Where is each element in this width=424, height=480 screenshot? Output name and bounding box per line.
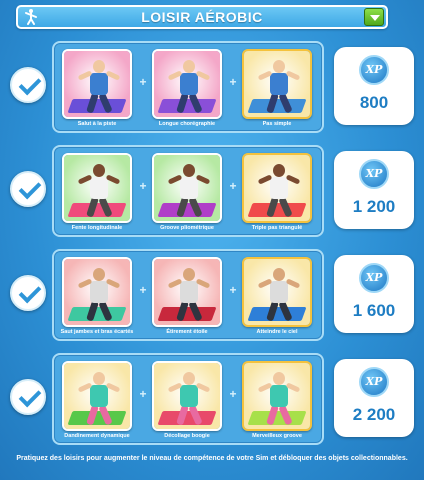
move-thumbnail[interactable] — [152, 153, 222, 223]
sim-figure-part — [183, 164, 195, 177]
xp-value: 1 200 — [352, 197, 396, 216]
sim-figure-part — [180, 177, 198, 199]
move-label: Pas simple — [262, 121, 292, 127]
move-label: Décollage boogie — [164, 433, 210, 439]
moves-panel: Salut à la piste Longue chorégraphie Pas s… — [52, 41, 324, 133]
xp-icon: XP — [359, 367, 389, 397]
completed-check-icon — [10, 379, 46, 415]
xp-icon: XP — [359, 263, 389, 293]
moves-panel: Fente longitudinale Groove pliométrique Tr… — [52, 145, 324, 237]
move-label: Groove pliométrique — [160, 225, 214, 231]
xp-reward-card: XP 1 600 — [334, 255, 414, 333]
exercise-mat — [157, 203, 217, 217]
move-thumbnail[interactable] — [152, 361, 222, 431]
completed-check-icon — [10, 275, 46, 311]
plus-icon: + — [229, 75, 237, 89]
move-label: Dandinement dynamique — [64, 433, 130, 439]
xp-value: 2 200 — [352, 405, 396, 424]
xp-value: 800 — [359, 93, 389, 112]
moves-panel: Dandinement dynamique Décollage boogie Mer… — [52, 353, 324, 445]
exercise-mat — [247, 307, 307, 321]
plus-icon: + — [139, 75, 147, 89]
sim-figure-part — [183, 268, 195, 281]
xp-icon: XP — [359, 159, 389, 189]
xp-value: 1 600 — [352, 301, 396, 320]
exercise-mat — [67, 99, 127, 113]
sim-figure-part — [270, 177, 288, 199]
hobby-header: LOISIR AÉROBIC — [16, 5, 388, 29]
move-label: Étirement étoile — [166, 329, 208, 335]
plus-icon: + — [139, 283, 147, 297]
sim-figure-part — [183, 60, 195, 73]
sim-figure-part — [270, 281, 288, 303]
sim-figure-part — [273, 372, 285, 385]
move-thumbnail[interactable] — [152, 257, 222, 327]
sim-figure-part — [270, 73, 288, 95]
exercise-mat — [247, 99, 307, 113]
move-label: Fente longitudinale — [71, 225, 123, 231]
xp-reward-card: XP 2 200 — [334, 359, 414, 437]
skill-level-row: Dandinement dynamique Décollage boogie Mer… — [0, 353, 424, 445]
aerobics-figure-icon — [25, 9, 37, 25]
sim-figure-part — [93, 60, 105, 73]
exercise-mat — [157, 99, 217, 113]
move-thumbnail[interactable] — [242, 153, 312, 223]
move-label: Longue chorégraphie — [158, 121, 216, 127]
exercise-mat — [67, 203, 127, 217]
move-thumbnail[interactable] — [242, 361, 312, 431]
moves-panel: Saut jambes et bras écartés Étirement éto… — [52, 249, 324, 341]
move-thumbnail[interactable] — [62, 361, 132, 431]
sim-figure-part — [90, 281, 108, 303]
exercise-mat — [157, 411, 217, 425]
move-thumbnail[interactable] — [62, 49, 132, 119]
sim-figure-part — [90, 385, 108, 407]
exercise-mat — [247, 411, 307, 425]
sim-figure-part — [93, 164, 105, 177]
page-title: LOISIR AÉROBIC — [141, 9, 263, 25]
sim-figure-part — [180, 281, 198, 303]
plus-icon: + — [229, 283, 237, 297]
move-label: Triple pas triangulé — [251, 225, 303, 231]
footer-hint: Pratiquez des loisirs pour augmenter le … — [16, 455, 408, 462]
sim-figure-part — [273, 268, 285, 281]
sim-figure-part — [273, 164, 285, 177]
sim-figure-part — [90, 177, 108, 199]
exercise-mat — [247, 203, 307, 217]
move-label: Atteindre le ciel — [256, 329, 298, 335]
sim-figure-part — [180, 385, 198, 407]
move-label: Saut jambes et bras écartés — [60, 329, 134, 335]
move-label: Salut à la piste — [77, 121, 117, 127]
sim-figure-part — [90, 73, 108, 95]
xp-icon: XP — [359, 55, 389, 85]
sim-figure-part — [273, 60, 285, 73]
move-thumbnail[interactable] — [62, 257, 132, 327]
skill-level-row: Saut jambes et bras écartés Étirement éto… — [0, 249, 424, 341]
sim-figure-part — [270, 385, 288, 407]
xp-reward-card: XP 1 200 — [334, 151, 414, 229]
sim-figure-part — [93, 372, 105, 385]
plus-icon: + — [139, 387, 147, 401]
move-thumbnail[interactable] — [62, 153, 132, 223]
completed-check-icon — [10, 67, 46, 103]
move-label: Merveilleux groove — [252, 433, 302, 439]
completed-check-icon — [10, 171, 46, 207]
move-thumbnail[interactable] — [242, 49, 312, 119]
exercise-mat — [67, 307, 127, 321]
exercise-mat — [67, 411, 127, 425]
plus-icon: + — [139, 179, 147, 193]
sim-figure-part — [180, 73, 198, 95]
hobby-dropdown-button[interactable] — [364, 8, 384, 26]
skill-level-row: Fente longitudinale Groove pliométrique Tr… — [0, 145, 424, 237]
move-thumbnail[interactable] — [242, 257, 312, 327]
sim-figure-part — [183, 372, 195, 385]
plus-icon: + — [229, 179, 237, 193]
xp-reward-card: XP 800 — [334, 47, 414, 125]
move-thumbnail[interactable] — [152, 49, 222, 119]
exercise-mat — [157, 307, 217, 321]
sim-figure-part — [93, 268, 105, 281]
plus-icon: + — [229, 387, 237, 401]
skill-level-row: Salut à la piste Longue chorégraphie Pas s… — [0, 41, 424, 133]
